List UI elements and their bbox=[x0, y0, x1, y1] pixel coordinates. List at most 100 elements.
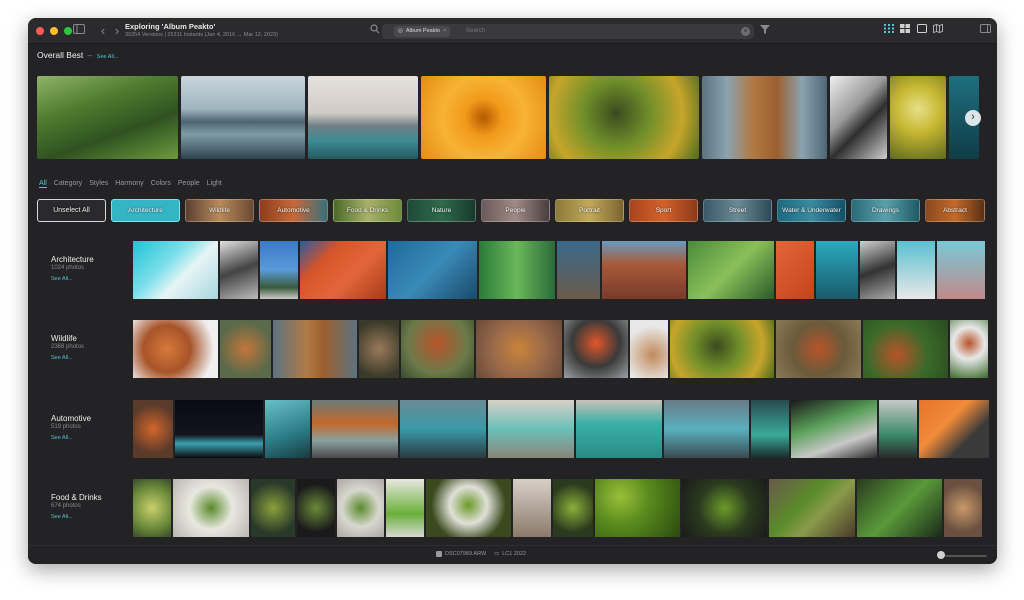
thumbnail[interactable] bbox=[919, 400, 989, 458]
category-chip-sport[interactable]: Sport bbox=[629, 199, 698, 222]
thumbnail[interactable] bbox=[426, 479, 511, 537]
thumbnail[interactable] bbox=[863, 320, 948, 378]
thumbnail[interactable] bbox=[791, 400, 877, 458]
row-see-all-link[interactable]: See All... bbox=[51, 435, 91, 441]
tab-people[interactable]: People bbox=[178, 180, 200, 188]
thumbnail[interactable] bbox=[816, 241, 858, 299]
category-chip-wildlife[interactable]: Wildlife bbox=[185, 199, 254, 222]
category-chip-water-underwater[interactable]: Water & Underwater bbox=[777, 199, 846, 222]
category-chip-food-drinks[interactable]: Food & Drinks bbox=[333, 199, 402, 222]
thumbnail[interactable] bbox=[220, 320, 271, 378]
thumbnail[interactable] bbox=[879, 400, 917, 458]
search-field[interactable]: ◎ Album Peakto × Search × bbox=[382, 24, 754, 39]
thumbnail[interactable] bbox=[488, 400, 574, 458]
category-chip-street[interactable]: Street bbox=[703, 199, 772, 222]
thumbnail[interactable] bbox=[220, 241, 258, 299]
panel-icon[interactable] bbox=[978, 24, 992, 38]
hero-photo[interactable] bbox=[421, 76, 546, 159]
thumbnail[interactable] bbox=[400, 400, 486, 458]
thumbnail[interactable] bbox=[260, 241, 298, 299]
thumbnail[interactable] bbox=[950, 320, 988, 378]
thumbnail[interactable] bbox=[273, 320, 357, 378]
zoom-window-button[interactable] bbox=[64, 27, 72, 35]
map-view-icon[interactable] bbox=[931, 23, 945, 38]
filter-icon[interactable] bbox=[758, 24, 772, 38]
thumbnail[interactable] bbox=[175, 400, 263, 458]
tab-light[interactable]: Light bbox=[207, 180, 222, 188]
hero-photo[interactable] bbox=[890, 76, 946, 159]
single-view-icon[interactable] bbox=[915, 24, 929, 38]
thumbnail[interactable] bbox=[682, 479, 767, 537]
thumbnail[interactable] bbox=[133, 320, 218, 378]
thumbnail[interactable] bbox=[564, 320, 628, 378]
category-chip-portrait[interactable]: Portrait bbox=[555, 199, 624, 222]
thumbnail[interactable] bbox=[359, 320, 399, 378]
hero-photo[interactable] bbox=[37, 76, 178, 159]
thumbnail[interactable] bbox=[602, 241, 686, 299]
thumbnail[interactable] bbox=[857, 479, 942, 537]
overall-best-see-all-link[interactable]: See All... bbox=[97, 54, 119, 60]
hero-photo[interactable] bbox=[181, 76, 305, 159]
thumbnail-size-slider-handle[interactable] bbox=[937, 551, 945, 559]
thumbnail[interactable] bbox=[265, 400, 310, 458]
thumbnail[interactable] bbox=[937, 241, 985, 299]
carousel-next-chevron-icon[interactable]: › bbox=[965, 110, 981, 126]
thumbnail[interactable] bbox=[664, 400, 749, 458]
category-chip-abstract[interactable]: Abstract bbox=[925, 199, 985, 222]
album-filter-chip[interactable]: ◎ Album Peakto × bbox=[394, 26, 451, 37]
mosaic-view-icon[interactable] bbox=[898, 24, 912, 38]
close-icon[interactable]: × bbox=[443, 26, 446, 37]
tab-category[interactable]: Category bbox=[54, 180, 82, 188]
thumbnail[interactable] bbox=[776, 320, 861, 378]
search-input[interactable]: Search bbox=[466, 26, 485, 37]
thumbnail[interactable] bbox=[513, 479, 551, 537]
forward-chevron-icon[interactable]: › bbox=[110, 24, 124, 38]
tab-all[interactable]: All bbox=[39, 180, 47, 188]
thumbnail[interactable] bbox=[553, 479, 593, 537]
close-window-button[interactable] bbox=[36, 27, 44, 35]
sidebar-icon[interactable] bbox=[72, 24, 86, 38]
minimize-window-button[interactable] bbox=[50, 27, 58, 35]
thumbnail[interactable] bbox=[251, 479, 295, 537]
category-chip-automotive[interactable]: Automotive bbox=[259, 199, 328, 222]
thumbnail[interactable] bbox=[476, 320, 562, 378]
category-chip-architecture[interactable]: Architecture bbox=[111, 199, 180, 222]
row-see-all-link[interactable]: See All... bbox=[51, 514, 102, 520]
thumbnail[interactable] bbox=[670, 320, 774, 378]
thumbnail[interactable] bbox=[388, 241, 477, 299]
thumbnail[interactable] bbox=[688, 241, 774, 299]
thumbnail[interactable] bbox=[401, 320, 474, 378]
thumbnail[interactable] bbox=[576, 400, 662, 458]
hero-photo[interactable] bbox=[549, 76, 699, 159]
grid-view-icon[interactable] bbox=[882, 24, 896, 38]
thumbnail[interactable] bbox=[479, 241, 555, 299]
thumbnail[interactable] bbox=[312, 400, 398, 458]
thumbnail[interactable] bbox=[776, 241, 814, 299]
thumbnail[interactable] bbox=[557, 241, 600, 299]
thumbnail[interactable] bbox=[944, 479, 982, 537]
tab-harmony[interactable]: Harmony bbox=[115, 180, 143, 188]
clear-icon[interactable]: × bbox=[741, 27, 750, 36]
thumbnail[interactable] bbox=[337, 479, 384, 537]
hero-photo[interactable] bbox=[830, 76, 887, 159]
thumbnail[interactable] bbox=[300, 241, 386, 299]
thumbnail[interactable] bbox=[595, 479, 680, 537]
hero-photo[interactable] bbox=[702, 76, 827, 159]
unselect-all-button[interactable]: Unselect All bbox=[37, 199, 106, 222]
thumbnail[interactable] bbox=[173, 479, 249, 537]
thumbnail[interactable] bbox=[133, 241, 218, 299]
thumbnail[interactable] bbox=[133, 400, 173, 458]
category-chip-nature[interactable]: Nature bbox=[407, 199, 476, 222]
tab-styles[interactable]: Styles bbox=[89, 180, 108, 188]
thumbnail[interactable] bbox=[897, 241, 935, 299]
thumbnail[interactable] bbox=[860, 241, 895, 299]
back-chevron-icon[interactable]: ‹ bbox=[96, 24, 110, 38]
thumbnail[interactable] bbox=[297, 479, 335, 537]
thumbnail[interactable] bbox=[769, 479, 855, 537]
category-chip-people[interactable]: People bbox=[481, 199, 550, 222]
category-chip-drawings[interactable]: Drawings bbox=[851, 199, 920, 222]
thumbnail[interactable] bbox=[133, 479, 171, 537]
tab-colors[interactable]: Colors bbox=[151, 180, 171, 188]
thumbnail[interactable] bbox=[386, 479, 424, 537]
row-see-all-link[interactable]: See All... bbox=[51, 276, 94, 282]
